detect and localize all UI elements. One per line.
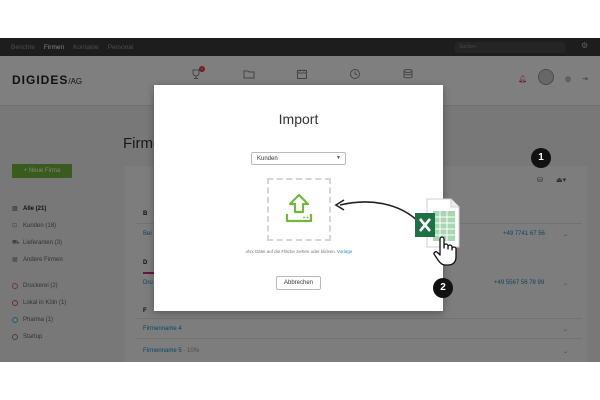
dropzone-hint: .xlsx Datei auf die Fläche ziehen oder k… [154, 249, 443, 254]
select-value: Kunden [257, 156, 278, 162]
hand-cursor-icon [433, 236, 457, 266]
step-marker-1: 1 [531, 148, 551, 168]
upload-icon [285, 193, 313, 223]
app-screenshot: Berichte Firmen Kontakte Personal Suchen… [0, 38, 600, 362]
file-dropzone[interactable] [267, 178, 331, 241]
cancel-button[interactable]: Abbrechen [276, 276, 321, 290]
template-link[interactable]: Vorlage [337, 249, 352, 254]
chevron-down-icon: ▼ [336, 155, 341, 161]
hint-text: .xlsx Datei auf die Fläche ziehen oder k… [244, 249, 336, 254]
import-type-select[interactable]: Kunden ▼ [251, 152, 346, 165]
modal-title: Import [278, 111, 319, 127]
step-marker-2: 2 [433, 278, 453, 298]
